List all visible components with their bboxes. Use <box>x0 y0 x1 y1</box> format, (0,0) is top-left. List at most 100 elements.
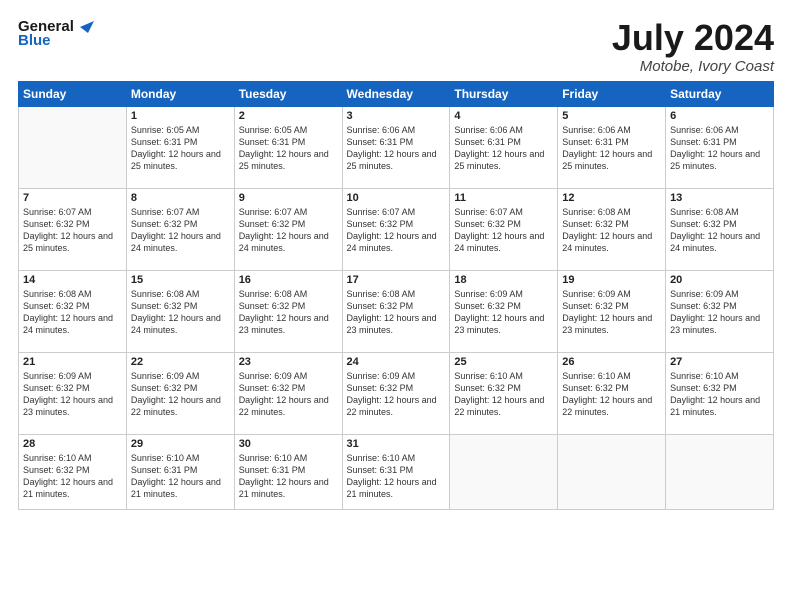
col-wednesday: Wednesday <box>342 81 450 106</box>
month-title: July 2024 <box>612 18 774 58</box>
day-info: Sunrise: 6:09 AM Sunset: 6:32 PM Dayligh… <box>670 288 769 337</box>
day-number: 20 <box>670 274 769 286</box>
calendar-cell <box>558 434 666 509</box>
day-info: Sunrise: 6:06 AM Sunset: 6:31 PM Dayligh… <box>454 124 553 173</box>
col-sunday: Sunday <box>19 81 127 106</box>
day-info: Sunrise: 6:09 AM Sunset: 6:32 PM Dayligh… <box>131 370 230 419</box>
calendar-cell: 14 Sunrise: 6:08 AM Sunset: 6:32 PM Dayli… <box>19 270 127 352</box>
day-info: Sunrise: 6:07 AM Sunset: 6:32 PM Dayligh… <box>131 206 230 255</box>
day-info: Sunrise: 6:08 AM Sunset: 6:32 PM Dayligh… <box>562 206 661 255</box>
calendar-cell: 3 Sunrise: 6:06 AM Sunset: 6:31 PM Daylig… <box>342 106 450 188</box>
day-number: 18 <box>454 274 553 286</box>
header: General Blue July 2024 Motobe, Ivory Coa… <box>18 18 774 75</box>
logo-text-block: General Blue <box>18 18 94 49</box>
day-info: Sunrise: 6:09 AM Sunset: 6:32 PM Dayligh… <box>347 370 446 419</box>
calendar-cell: 26Sunrise: 6:10 AM Sunset: 6:32 PM Dayli… <box>558 352 666 434</box>
day-number: 11 <box>454 192 553 204</box>
day-info: Sunrise: 6:10 AM Sunset: 6:31 PM Dayligh… <box>239 452 338 501</box>
calendar-cell: 20 Sunrise: 6:09 AM Sunset: 6:32 PM Dayli… <box>666 270 774 352</box>
day-info: Sunrise: 6:05 AM Sunset: 6:31 PM Dayligh… <box>131 124 230 173</box>
calendar-cell: 28 Sunrise: 6:10 AM Sunset: 6:32 PM Dayli… <box>19 434 127 509</box>
day-number: 24 <box>347 356 446 368</box>
calendar-cell: 29Sunrise: 6:10 AM Sunset: 6:31 PM Dayli… <box>126 434 234 509</box>
day-number: 28 <box>23 438 122 450</box>
calendar-cell <box>666 434 774 509</box>
calendar-table: Sunday Monday Tuesday Wednesday Thursday… <box>18 81 774 510</box>
calendar-cell: 7 Sunrise: 6:07 AM Sunset: 6:32 PM Daylig… <box>19 188 127 270</box>
day-number: 2 <box>239 110 338 122</box>
day-info: Sunrise: 6:09 AM Sunset: 6:32 PM Dayligh… <box>23 370 122 419</box>
day-info: Sunrise: 6:06 AM Sunset: 6:31 PM Dayligh… <box>347 124 446 173</box>
day-info: Sunrise: 6:09 AM Sunset: 6:32 PM Dayligh… <box>239 370 338 419</box>
day-number: 27 <box>670 356 769 368</box>
day-number: 7 <box>23 192 122 204</box>
day-info: Sunrise: 6:08 AM Sunset: 6:32 PM Dayligh… <box>131 288 230 337</box>
day-info: Sunrise: 6:08 AM Sunset: 6:32 PM Dayligh… <box>239 288 338 337</box>
day-info: Sunrise: 6:05 AM Sunset: 6:31 PM Dayligh… <box>239 124 338 173</box>
day-info: Sunrise: 6:10 AM Sunset: 6:32 PM Dayligh… <box>562 370 661 419</box>
day-number: 10 <box>347 192 446 204</box>
day-number: 15 <box>131 274 230 286</box>
calendar-cell: 2 Sunrise: 6:05 AM Sunset: 6:31 PM Daylig… <box>234 106 342 188</box>
day-number: 1 <box>131 110 230 122</box>
day-info: Sunrise: 6:07 AM Sunset: 6:32 PM Dayligh… <box>239 206 338 255</box>
week-row-3: 21 Sunrise: 6:09 AM Sunset: 6:32 PM Dayli… <box>19 352 774 434</box>
day-number: 21 <box>23 356 122 368</box>
day-number: 25 <box>454 356 553 368</box>
day-info: Sunrise: 6:10 AM Sunset: 6:32 PM Dayligh… <box>454 370 553 419</box>
day-info: Sunrise: 6:09 AM Sunset: 6:32 PM Dayligh… <box>454 288 553 337</box>
logo-bird-icon <box>76 19 94 35</box>
calendar-cell: 9Sunrise: 6:07 AM Sunset: 6:32 PM Daylig… <box>234 188 342 270</box>
calendar-cell: 22 Sunrise: 6:09 AM Sunset: 6:32 PM Dayli… <box>126 352 234 434</box>
day-info: Sunrise: 6:10 AM Sunset: 6:32 PM Dayligh… <box>23 452 122 501</box>
calendar-cell: 18 Sunrise: 6:09 AM Sunset: 6:32 PM Dayli… <box>450 270 558 352</box>
week-row-1: 7 Sunrise: 6:07 AM Sunset: 6:32 PM Daylig… <box>19 188 774 270</box>
calendar-cell: 21 Sunrise: 6:09 AM Sunset: 6:32 PM Dayli… <box>19 352 127 434</box>
day-number: 30 <box>239 438 338 450</box>
col-tuesday: Tuesday <box>234 81 342 106</box>
col-friday: Friday <box>558 81 666 106</box>
calendar-cell <box>19 106 127 188</box>
col-thursday: Thursday <box>450 81 558 106</box>
title-block: July 2024 Motobe, Ivory Coast <box>612 18 774 75</box>
calendar-cell: 30 Sunrise: 6:10 AM Sunset: 6:31 PM Dayli… <box>234 434 342 509</box>
day-info: Sunrise: 6:08 AM Sunset: 6:32 PM Dayligh… <box>347 288 446 337</box>
calendar-cell: 1 Sunrise: 6:05 AM Sunset: 6:31 PM Daylig… <box>126 106 234 188</box>
calendar-cell: 12Sunrise: 6:08 AM Sunset: 6:32 PM Dayli… <box>558 188 666 270</box>
week-row-4: 28 Sunrise: 6:10 AM Sunset: 6:32 PM Dayli… <box>19 434 774 509</box>
day-info: Sunrise: 6:07 AM Sunset: 6:32 PM Dayligh… <box>23 206 122 255</box>
location: Motobe, Ivory Coast <box>612 58 774 75</box>
day-number: 3 <box>347 110 446 122</box>
calendar-cell: 31Sunrise: 6:10 AM Sunset: 6:31 PM Dayli… <box>342 434 450 509</box>
week-row-2: 14 Sunrise: 6:08 AM Sunset: 6:32 PM Dayli… <box>19 270 774 352</box>
day-info: Sunrise: 6:08 AM Sunset: 6:32 PM Dayligh… <box>23 288 122 337</box>
day-number: 8 <box>131 192 230 204</box>
day-info: Sunrise: 6:09 AM Sunset: 6:32 PM Dayligh… <box>562 288 661 337</box>
day-number: 23 <box>239 356 338 368</box>
day-number: 17 <box>347 274 446 286</box>
day-info: Sunrise: 6:06 AM Sunset: 6:31 PM Dayligh… <box>562 124 661 173</box>
day-info: Sunrise: 6:06 AM Sunset: 6:31 PM Dayligh… <box>670 124 769 173</box>
col-saturday: Saturday <box>666 81 774 106</box>
calendar-cell: 17 Sunrise: 6:08 AM Sunset: 6:32 PM Dayli… <box>342 270 450 352</box>
day-number: 5 <box>562 110 661 122</box>
calendar-cell: 24 Sunrise: 6:09 AM Sunset: 6:32 PM Dayli… <box>342 352 450 434</box>
day-number: 4 <box>454 110 553 122</box>
day-number: 14 <box>23 274 122 286</box>
calendar-cell: 23 Sunrise: 6:09 AM Sunset: 6:32 PM Dayli… <box>234 352 342 434</box>
day-number: 16 <box>239 274 338 286</box>
calendar-cell: 15 Sunrise: 6:08 AM Sunset: 6:32 PM Dayli… <box>126 270 234 352</box>
day-info: Sunrise: 6:10 AM Sunset: 6:31 PM Dayligh… <box>347 452 446 501</box>
calendar-cell: 11 Sunrise: 6:07 AM Sunset: 6:32 PM Dayli… <box>450 188 558 270</box>
calendar-cell: 27 Sunrise: 6:10 AM Sunset: 6:32 PM Dayli… <box>666 352 774 434</box>
logo-blue: Blue <box>18 32 51 49</box>
calendar-cell: 19Sunrise: 6:09 AM Sunset: 6:32 PM Dayli… <box>558 270 666 352</box>
calendar-cell: 16 Sunrise: 6:08 AM Sunset: 6:32 PM Dayli… <box>234 270 342 352</box>
day-number: 22 <box>131 356 230 368</box>
calendar-cell: 4 Sunrise: 6:06 AM Sunset: 6:31 PM Daylig… <box>450 106 558 188</box>
day-info: Sunrise: 6:10 AM Sunset: 6:32 PM Dayligh… <box>670 370 769 419</box>
day-info: Sunrise: 6:07 AM Sunset: 6:32 PM Dayligh… <box>454 206 553 255</box>
day-info: Sunrise: 6:08 AM Sunset: 6:32 PM Dayligh… <box>670 206 769 255</box>
day-number: 6 <box>670 110 769 122</box>
logo: General Blue <box>18 18 94 49</box>
